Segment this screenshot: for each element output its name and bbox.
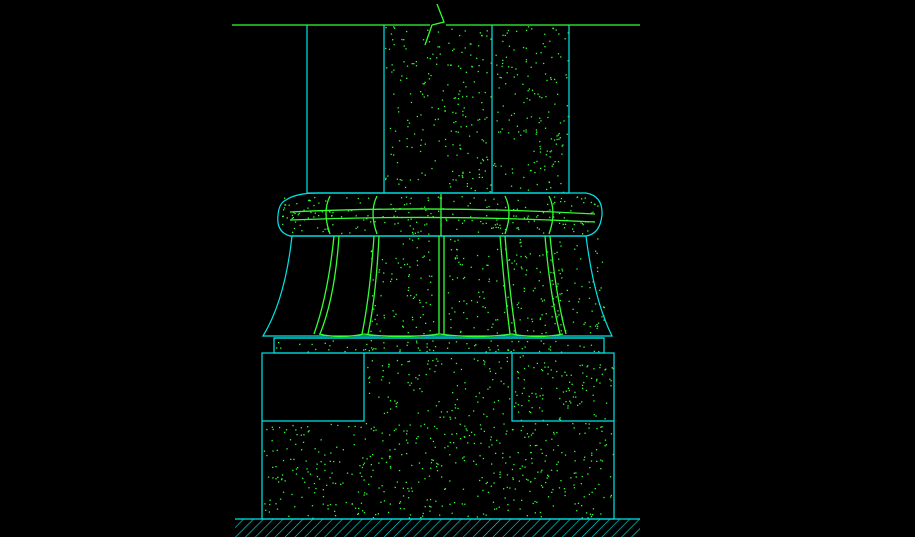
stepped-pedestal bbox=[261, 352, 615, 520]
torus-ring bbox=[277, 192, 603, 237]
ground-hatch bbox=[235, 518, 640, 537]
plinth bbox=[273, 337, 605, 354]
column-base-elevation bbox=[232, 3, 640, 537]
fluted-capital bbox=[261, 235, 613, 338]
cad-canvas bbox=[0, 0, 915, 537]
